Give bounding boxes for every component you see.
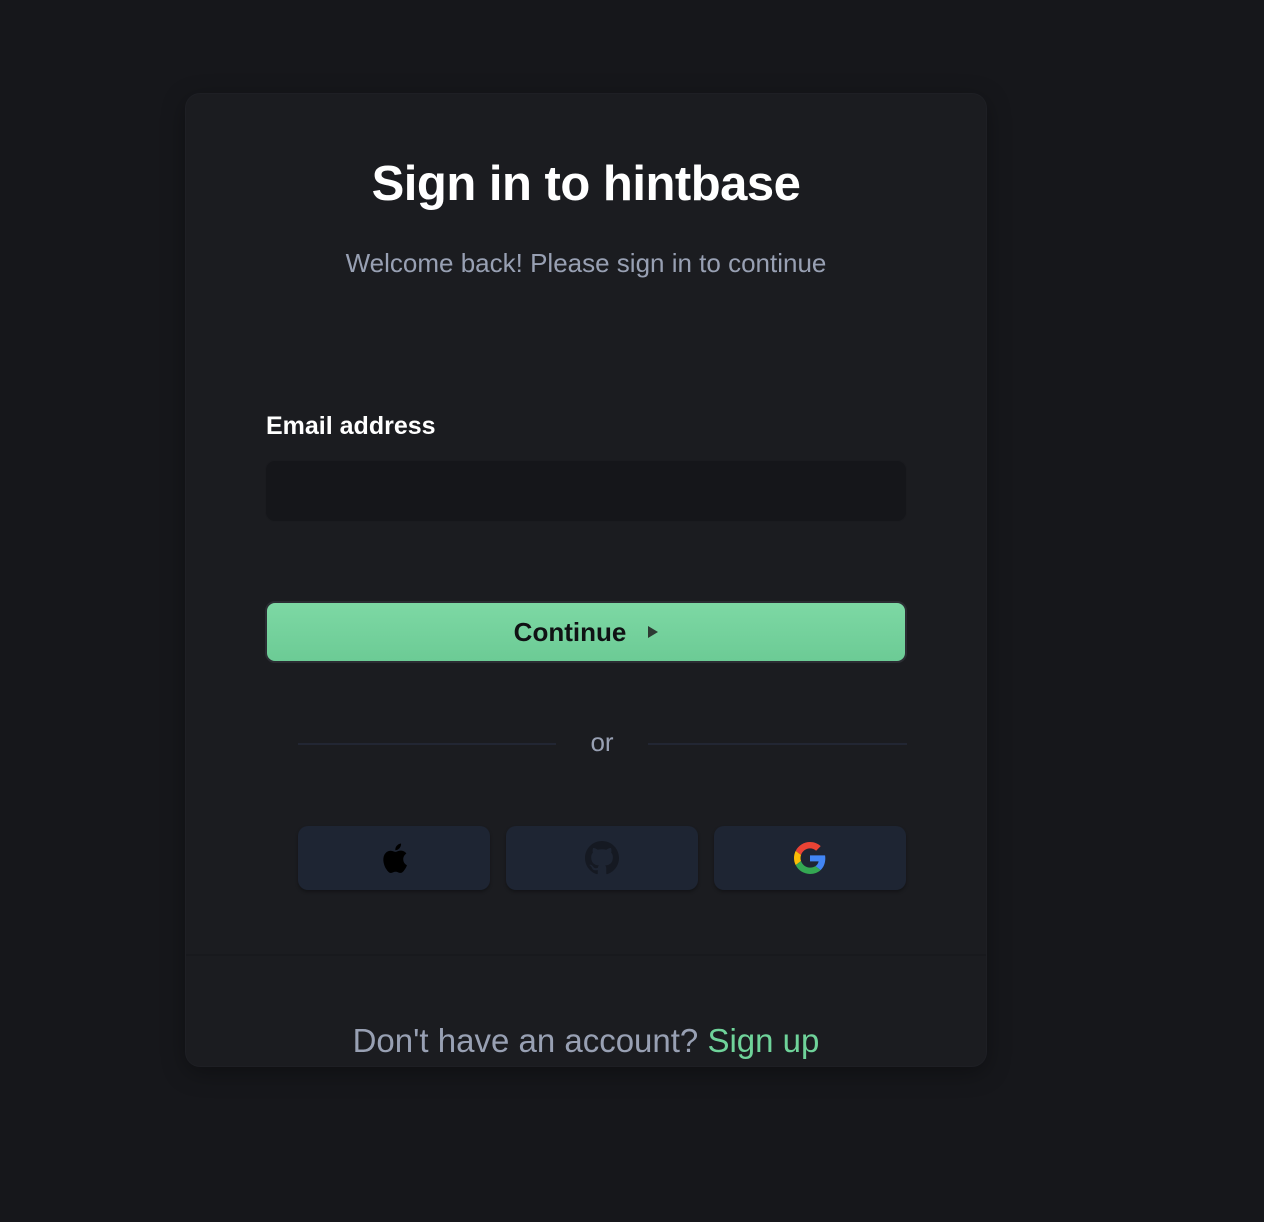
divider-line-right: [648, 743, 907, 745]
signup-prompt: Don't have an account? Sign up: [186, 1022, 986, 1060]
page-subtitle: Welcome back! Please sign in to continue: [345, 248, 827, 278]
divider-line-left: [298, 743, 556, 745]
github-icon: [585, 841, 619, 875]
google-icon: [794, 842, 826, 874]
page-title: Sign in to hintbase: [371, 157, 801, 211]
sign-in-card: Sign in to hintbase Welcome back! Please…: [186, 94, 986, 1066]
divider-text: or: [590, 727, 614, 757]
email-label: Email address: [266, 412, 436, 440]
apple-icon: [383, 843, 407, 873]
continue-button[interactable]: Continue: [265, 601, 907, 663]
email-field[interactable]: [265, 460, 907, 522]
signup-link[interactable]: Sign up: [707, 1022, 819, 1059]
signup-prompt-text: Don't have an account?: [352, 1022, 699, 1059]
google-sign-in-button[interactable]: [714, 826, 906, 890]
footer-separator: [186, 954, 986, 956]
github-sign-in-button[interactable]: [506, 826, 698, 890]
apple-sign-in-button[interactable]: [298, 826, 490, 890]
continue-button-label: Continue: [513, 616, 627, 647]
play-icon: [648, 626, 659, 638]
